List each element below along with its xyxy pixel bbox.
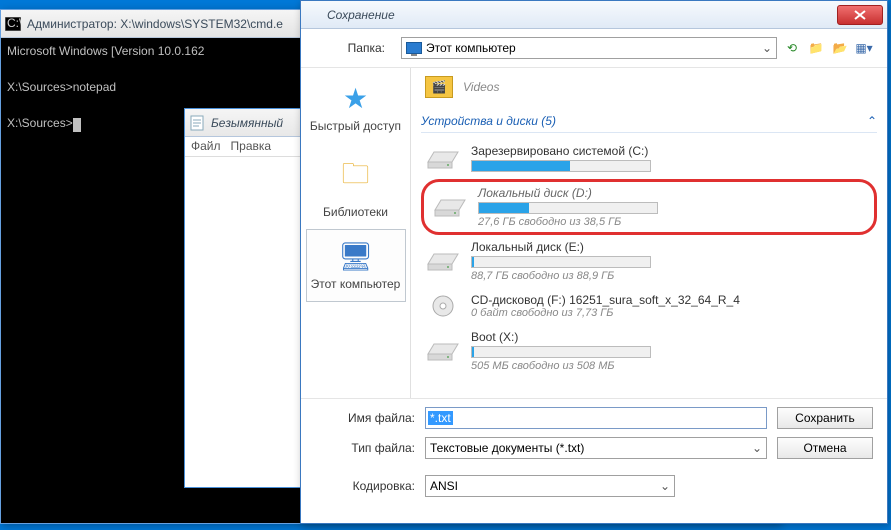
drive-sub: 27,6 ГБ свободно из 38,5 ГБ	[478, 216, 866, 228]
menu-edit[interactable]: Правка	[231, 139, 272, 154]
nav-icons: ⟲ 📁 📂 ▦▾	[783, 39, 873, 57]
drive-name: Зарезервировано системой (C:)	[471, 144, 873, 158]
save-titlebar[interactable]: Сохранение	[301, 1, 887, 29]
drive-name: Локальный диск (E:)	[471, 240, 873, 254]
filename-label: Имя файла:	[315, 411, 415, 425]
drive-name: Локальный диск (D:)	[478, 186, 866, 200]
save-icon	[305, 7, 321, 23]
folder-label: Папка:	[315, 41, 395, 55]
this-pc-icon	[406, 42, 422, 54]
new-folder-icon[interactable]: 📂	[831, 39, 849, 57]
chevron-down-icon: ⌄	[660, 479, 670, 493]
drive-row[interactable]: Boot (X:) 505 МБ свободно из 508 МБ	[421, 325, 877, 377]
menu-file[interactable]: Файл	[191, 139, 221, 154]
hdd-icon	[425, 145, 461, 173]
view-icon[interactable]: ▦▾	[855, 39, 873, 57]
videos-icon: 🎬	[425, 76, 453, 98]
filename-input[interactable]: *.txt	[425, 407, 767, 429]
places-bar: ★ Быстрый доступ 🗀 Библиотеки 🖥 Этот ком…	[301, 68, 411, 398]
folder-bar: Папка: Этот компьютер ⌄ ⟲ 📁 📂 ▦▾	[301, 29, 887, 68]
folder-select[interactable]: Этот компьютер ⌄	[401, 37, 777, 59]
capacity-bar	[471, 160, 651, 172]
drive-sub: 505 МБ свободно из 508 МБ	[471, 360, 873, 372]
capacity-bar	[478, 202, 658, 214]
svg-text:C:\: C:\	[7, 17, 21, 30]
monitor-icon: 🖥	[307, 240, 405, 273]
section-devices[interactable]: Устройства и диски (5) ⌃	[421, 110, 877, 133]
up-icon[interactable]: 📁	[807, 39, 825, 57]
back-icon[interactable]: ⟲	[783, 39, 801, 57]
cancel-button[interactable]: Отмена	[777, 437, 873, 459]
filetype-label: Тип файла:	[315, 441, 415, 455]
encoding-label: Кодировка:	[315, 479, 415, 493]
chevron-down-icon: ⌄	[752, 441, 762, 455]
place-quick-access[interactable]: ★ Быстрый доступ	[306, 72, 406, 143]
drive-name: Boot (X:)	[471, 330, 873, 344]
hdd-icon	[432, 193, 468, 221]
hdd-icon	[425, 247, 461, 275]
place-this-pc[interactable]: 🖥 Этот компьютер	[306, 229, 406, 302]
capacity-bar	[471, 256, 651, 268]
folder-value: Этот компьютер	[426, 41, 516, 55]
filetype-select[interactable]: Текстовые документы (*.txt)⌄	[425, 437, 767, 459]
chevron-up-icon: ⌃	[867, 114, 877, 128]
drive-sub: 0 байт свободно из 7,73 ГБ	[471, 307, 873, 319]
cursor	[73, 118, 81, 132]
capacity-bar	[471, 346, 651, 358]
save-button[interactable]: Сохранить	[777, 407, 873, 429]
notepad-icon	[189, 115, 205, 131]
drive-row[interactable]: Зарезервировано системой (C:)	[421, 139, 877, 179]
save-dialog: Сохранение Папка: Этот компьютер ⌄ ⟲ 📁 📂…	[300, 0, 888, 524]
cmd-icon: C:\	[5, 16, 21, 32]
hdd-icon	[425, 337, 461, 365]
drive-name: CD-дисковод (F:) 16251_sura_soft_x_32_64…	[471, 293, 873, 307]
star-icon: ★	[306, 82, 406, 115]
cd-icon	[425, 292, 461, 320]
drive-sub: 88,7 ГБ свободно из 88,9 ГБ	[471, 270, 873, 282]
close-button[interactable]	[837, 5, 883, 25]
drive-content: 🎬 Videos Устройства и диски (5) ⌃ Зарезе…	[411, 68, 887, 398]
libraries-icon: 🗀	[306, 153, 406, 201]
bottom-panel: Имя файла: *.txt Сохранить Тип файла: Те…	[301, 398, 887, 505]
drive-row[interactable]: Локальный диск (D:) 27,6 ГБ свободно из 3…	[421, 179, 877, 235]
place-libraries[interactable]: 🗀 Библиотеки	[306, 143, 406, 229]
drive-row[interactable]: CD-дисковод (F:) 16251_sura_soft_x_32_64…	[421, 287, 877, 325]
encoding-select[interactable]: ANSI⌄	[425, 475, 675, 497]
drive-row[interactable]: Локальный диск (E:) 88,7 ГБ свободно из 8…	[421, 235, 877, 287]
videos-folder[interactable]: 🎬 Videos	[421, 74, 877, 106]
save-title: Сохранение	[327, 8, 837, 22]
chevron-down-icon: ⌄	[762, 41, 772, 55]
